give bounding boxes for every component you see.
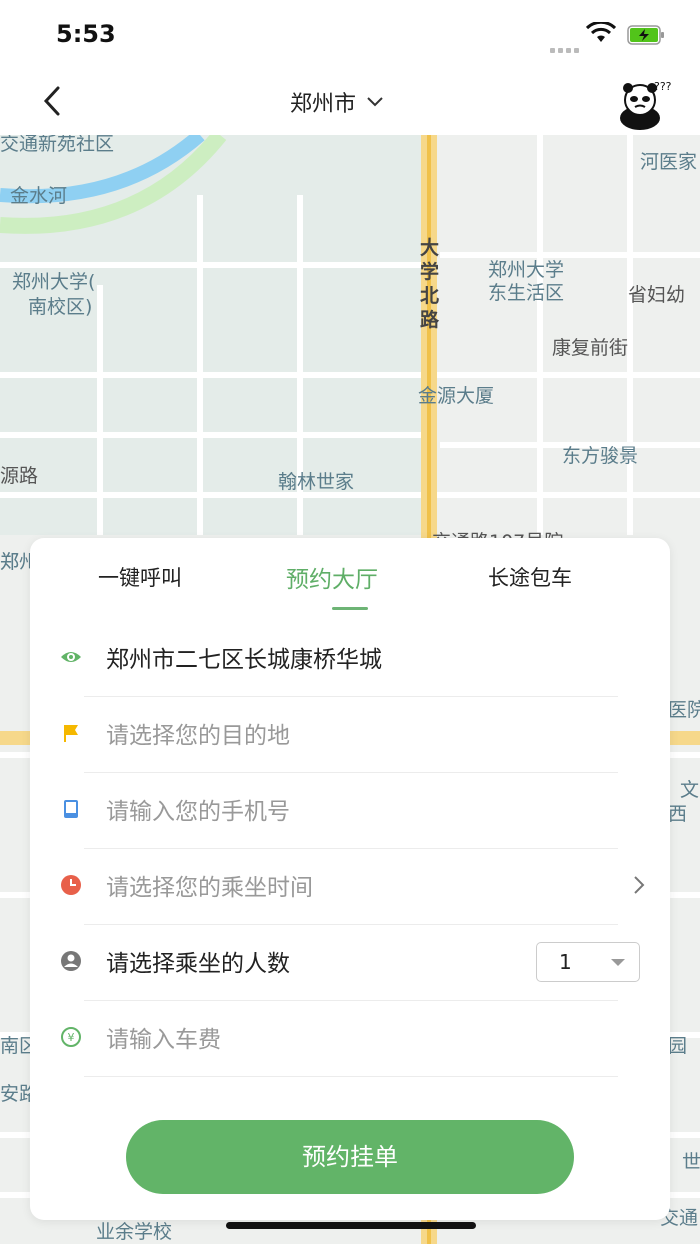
tab-long-distance-charter[interactable]: 长途包车 [488, 562, 572, 592]
fare-placeholder: 请输入车费 [106, 1027, 221, 1053]
ride-time-placeholder: 请选择您的乘坐时间 [106, 875, 313, 901]
city-label: 郑州市 [290, 92, 357, 117]
map-label: 交通新苑社区 [0, 135, 115, 155]
map-label: 园 [668, 1035, 688, 1057]
phone-placeholder: 请输入您的手机号 [106, 799, 290, 825]
map-label: 郑 [0, 551, 20, 573]
map-label: 北 [420, 285, 440, 307]
origin-field[interactable]: 郑州市二七区长城康桥华城 [61, 620, 618, 697]
map-label: 康复前街 [552, 337, 629, 359]
yuan-coin-icon: ¥ [61, 1027, 81, 1047]
map-label: 医院 [668, 699, 700, 721]
phone-field[interactable]: 请输入您的手机号 [64, 772, 618, 849]
home-indicator [226, 1222, 476, 1229]
active-tab-indicator [332, 607, 368, 610]
map-label: 郑州大学( [12, 271, 96, 293]
destination-placeholder: 请选择您的目的地 [106, 723, 290, 749]
map-label: 河医家 [640, 151, 698, 173]
chevron-down-icon [367, 97, 383, 107]
map-label: 文 [680, 779, 700, 801]
destination-field[interactable]: 请选择您的目的地 [64, 696, 618, 773]
submit-booking-button[interactable]: 预约挂单 [126, 1120, 574, 1194]
cellular-signal-icon [550, 38, 582, 57]
map-label: 东生活区 [488, 282, 565, 304]
map-label: 西 [668, 803, 688, 825]
map-label: 金水河 [10, 185, 68, 207]
ride-time-field[interactable]: 请选择您的乘坐时间 [61, 848, 645, 925]
booking-card: 一键呼叫 预约大厅 长途包车 郑州市二七区长城康桥华城 请选择您的目的地 请输入… [30, 538, 670, 1220]
flag-icon [64, 725, 78, 742]
map-label: 大 [420, 237, 440, 259]
map-label: 南校区) [28, 296, 93, 318]
location-eye-icon [61, 652, 81, 662]
avatar-panda-meme-icon[interactable]: ??? [616, 78, 672, 130]
wifi-icon [586, 22, 616, 42]
map-label: 学 [420, 261, 440, 283]
map-label: 翰林世家 [278, 471, 355, 493]
phone-icon [64, 800, 78, 818]
navigation-bar: 郑州市 ??? [0, 70, 700, 135]
passenger-count-label: 请选择乘坐的人数 [106, 951, 290, 977]
map-label: 省妇幼 [628, 284, 686, 306]
status-time: 5:53 [56, 20, 116, 48]
clock-icon [61, 875, 81, 895]
map-label: 金源大厦 [418, 385, 495, 407]
svg-text:???: ??? [654, 80, 672, 93]
passenger-count-select[interactable]: 1 [536, 942, 640, 982]
battery-charging-icon [627, 25, 664, 45]
person-icon [61, 951, 81, 971]
svg-text:¥: ¥ [68, 1031, 75, 1044]
passenger-count-value: 1 [559, 950, 572, 974]
tab-one-click-call[interactable]: 一键呼叫 [98, 562, 182, 592]
tab-booking-hall[interactable]: 预约大厅 [286, 560, 378, 594]
city-selector[interactable]: 郑州市 [290, 86, 384, 118]
map-label: 世 [682, 1151, 700, 1173]
fare-field[interactable]: ¥ 请输入车费 [61, 1000, 618, 1077]
chevron-right-icon [634, 876, 645, 894]
map-label: 路 [420, 309, 440, 331]
status-bar: 5:53 [0, 0, 700, 70]
map-label: 源路 [0, 465, 39, 487]
map-label: 业余学校 [96, 1221, 173, 1243]
back-arrow-icon[interactable] [36, 84, 70, 118]
map-label: 东方骏景 [562, 445, 639, 467]
origin-text: 郑州市二七区长城康桥华城 [106, 647, 382, 673]
dropdown-caret-icon [611, 959, 625, 966]
